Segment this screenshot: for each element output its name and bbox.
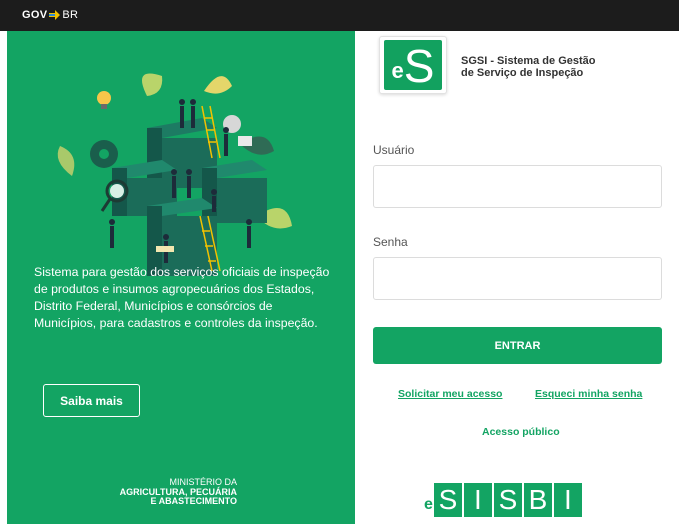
app-title-line-2: de Serviço de Inspeção — [461, 67, 584, 79]
app-title: SGSI - Sistema de Gestão de Serviço de I… — [461, 55, 631, 79]
left-panel: Sistema para gestão dos serviços oficiai… — [7, 31, 355, 524]
sisbi-letter: S — [433, 483, 462, 517]
entrar-button[interactable]: ENTRAR — [373, 327, 662, 364]
sisbi-letter: S — [493, 483, 522, 517]
sisbi-letter: B — [523, 483, 552, 517]
sisbi-letter: I — [463, 483, 492, 517]
sisbi-letter: I — [553, 483, 582, 517]
ministerio-logo: MINISTÉRIO DA AGRICULTURA, PECUÁRIA E AB… — [102, 477, 237, 507]
gov-text: GOV — [22, 9, 48, 21]
senha-input[interactable] — [373, 257, 662, 300]
gov-topbar: GOV BR — [0, 0, 679, 31]
br-text: BR — [62, 9, 79, 21]
acesso-publico-link[interactable]: Acesso público — [482, 426, 560, 438]
ministerio-line-3: E ABASTECIMENTO — [150, 496, 237, 506]
sgsi-logo-e: e — [391, 58, 404, 83]
sisbi-logo-e: e — [424, 496, 433, 513]
system-description: Sistema para gestão dos serviços oficiai… — [34, 265, 330, 330]
saiba-mais-button[interactable]: Saiba mais — [43, 384, 140, 417]
sgsi-logo: e S — [379, 36, 447, 94]
sisbi-logo: e S I S B I — [424, 482, 584, 518]
sgsi-logo-s: S — [403, 40, 435, 92]
esqueci-senha-link[interactable]: Esqueci minha senha — [535, 388, 642, 400]
senha-label: Senha — [373, 235, 408, 249]
gov-br-logo[interactable]: GOV BR — [22, 9, 78, 21]
sgsi-logo-mark: e S — [384, 40, 442, 90]
app-title-line-1: SGSI - Sistema de Gestão — [461, 55, 596, 67]
gov-arrow-icon — [49, 10, 61, 20]
usuario-label: Usuário — [373, 143, 415, 157]
usuario-input[interactable] — [373, 165, 662, 208]
solicitar-acesso-link[interactable]: Solicitar meu acesso — [398, 388, 502, 400]
inspection-illustration — [57, 73, 292, 276]
